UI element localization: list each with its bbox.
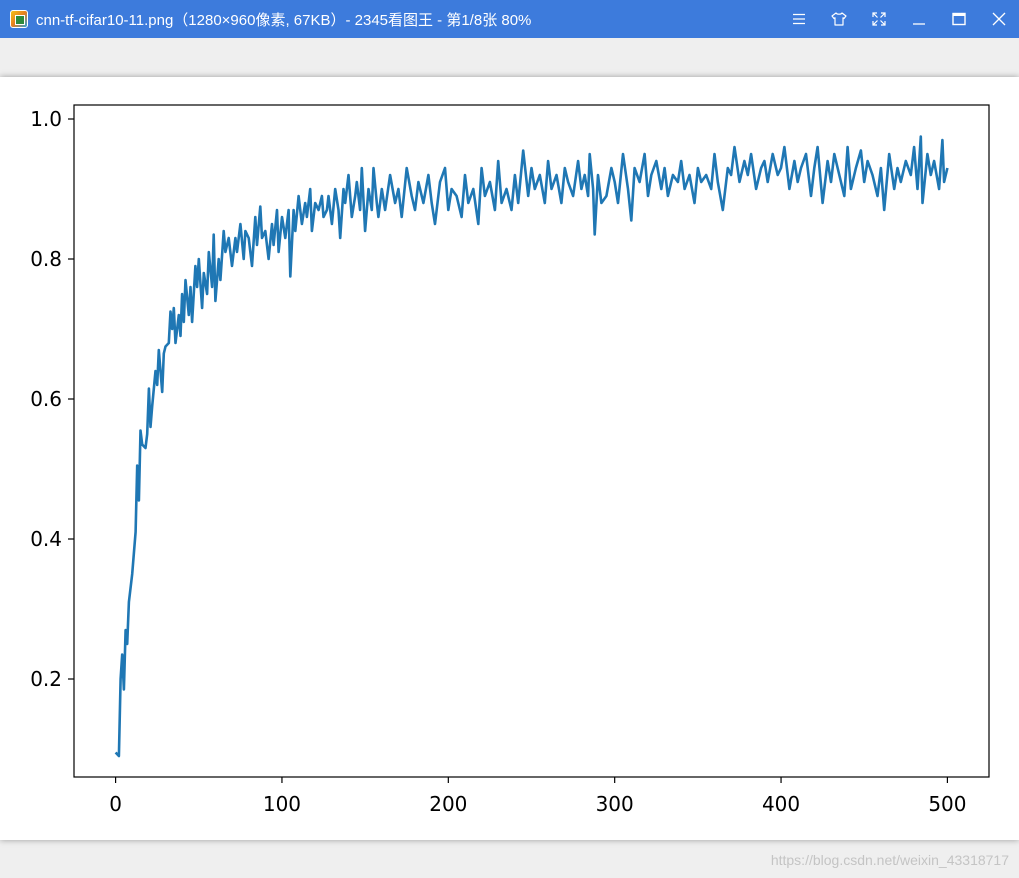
plot-frame	[73, 104, 990, 778]
fullscreen-icon	[872, 12, 886, 26]
y-tick-label: 0.8	[30, 247, 62, 271]
y-tick-label: 0.6	[30, 387, 62, 411]
y-tick-label: 0.2	[30, 667, 62, 691]
menu-icon	[793, 13, 805, 25]
x-tick-label: 300	[596, 792, 634, 816]
y-tick-label: 0.4	[30, 527, 62, 551]
menu-button[interactable]	[779, 0, 819, 38]
window-title: cnn-tf-cifar10-11.png（1280×960像素, 67KB）-…	[36, 11, 532, 29]
image-canvas: 0 100 200 300 400 500 0.2 0.4 0.6 0.8 1.0	[0, 77, 1019, 840]
watermark: https://blog.csdn.net/weixin_43318717	[770, 852, 1009, 868]
maximize-button[interactable]	[939, 0, 979, 38]
close-icon	[992, 12, 1006, 26]
x-tick-label: 400	[762, 792, 800, 816]
x-tick-label: 200	[429, 792, 467, 816]
title-bar[interactable]: cnn-tf-cifar10-11.png（1280×960像素, 67KB）-…	[0, 0, 1019, 38]
skin-button[interactable]	[819, 0, 859, 38]
x-tick-label: 500	[928, 792, 966, 816]
fullscreen-button[interactable]	[859, 0, 899, 38]
close-button[interactable]	[979, 0, 1019, 38]
series-line	[114, 135, 949, 758]
minimize-icon	[913, 23, 925, 25]
skin-icon	[831, 12, 847, 26]
y-tick-label: 1.0	[30, 107, 62, 131]
window-controls	[779, 0, 1019, 38]
line-chart: 0 100 200 300 400 500 0.2 0.4 0.6 0.8 1.0	[30, 104, 990, 816]
image-viewer-icon	[10, 10, 28, 28]
x-tick-label: 0	[109, 792, 122, 816]
minimize-button[interactable]	[899, 0, 939, 38]
maximize-icon	[952, 12, 966, 26]
x-tick-label: 100	[263, 792, 301, 816]
